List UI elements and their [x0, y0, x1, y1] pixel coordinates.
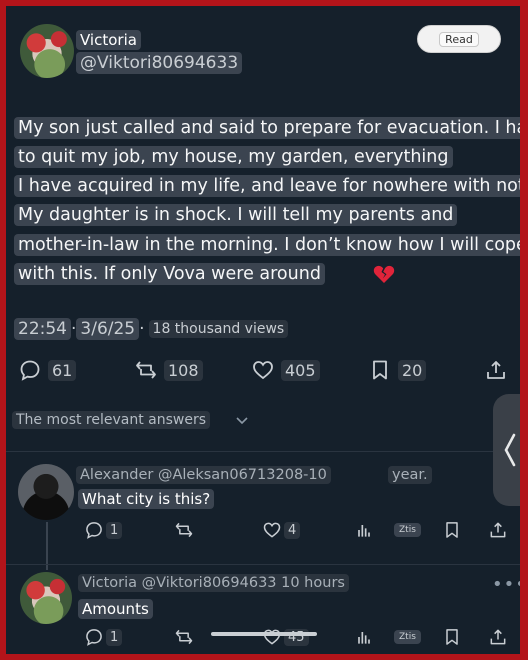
reply-bookmark-button[interactable]	[442, 520, 462, 540]
author-avatar[interactable]	[20, 24, 74, 78]
bookmark-icon	[446, 629, 458, 645]
post-text-line: mother-in-law in the morning. I don’t kn…	[14, 234, 520, 256]
reply-share-button[interactable]	[488, 520, 508, 540]
repost-count: 108	[164, 359, 203, 381]
post-views[interactable]: 18 thousand views	[148, 320, 289, 338]
reply-age: year.	[388, 466, 432, 484]
repost-button[interactable]: 108	[134, 358, 203, 382]
bookmark-button[interactable]: 20	[368, 358, 427, 382]
meta-dot: ·	[139, 319, 145, 339]
bookmark-count: 20	[398, 359, 427, 381]
reply-reply-button[interactable]: 1	[84, 627, 123, 647]
side-panel-handle[interactable]	[493, 394, 520, 506]
author-name[interactable]: Victoria	[76, 30, 141, 50]
reply-button[interactable]: 61	[18, 358, 77, 382]
reply-share-button[interactable]	[488, 627, 508, 647]
bar-chart-icon	[358, 632, 370, 644]
like-button[interactable]: 405	[251, 358, 320, 382]
reply-stats-label: Ztis	[394, 523, 421, 537]
broken-heart-icon	[373, 265, 395, 283]
share-icon	[487, 361, 505, 379]
author-handle[interactable]: @Viktori80694633	[76, 52, 243, 74]
more-options-icon[interactable]: •••	[492, 574, 520, 595]
reply-like-button[interactable]: 4	[262, 520, 301, 540]
reply-like-button[interactable]: 45	[262, 627, 309, 647]
reply-reply-button[interactable]: 1	[84, 520, 123, 540]
reply-icon	[86, 522, 102, 539]
chevron-down-icon[interactable]	[234, 412, 250, 428]
post-time: 22:54	[14, 318, 71, 340]
reply-bookmark-button[interactable]	[442, 627, 462, 647]
reply-action-bar: 1 4 Ztis	[6, 520, 520, 544]
heart-icon	[253, 361, 273, 380]
post-text-line: My daughter is in shock. I will tell my …	[14, 204, 458, 226]
divider	[6, 451, 520, 452]
reply-author[interactable]: Alexander @Aleksan06713208-10	[76, 466, 331, 484]
reply-author[interactable]: Victoria @Viktori80694633 10 hours	[78, 574, 349, 592]
post-text-line: to quit my job, my house, my garden, eve…	[14, 146, 453, 168]
like-count: 405	[281, 359, 320, 381]
sort-replies-label[interactable]: The most relevant answers	[12, 411, 211, 429]
reply-icon	[86, 629, 102, 646]
divider	[6, 564, 520, 565]
reply-stats-label: Ztis	[394, 630, 421, 644]
read-button[interactable]: Read	[417, 25, 501, 53]
reply-reply-count: 1	[106, 628, 123, 646]
reply-repost-button[interactable]	[174, 627, 194, 647]
share-icon	[490, 522, 506, 538]
bookmark-icon	[446, 522, 458, 538]
reply-action-bar: 1 45 Ztis	[6, 627, 520, 651]
reply-stats-button[interactable]	[354, 520, 374, 540]
repost-icon	[175, 522, 193, 538]
reply-avatar[interactable]	[20, 572, 72, 624]
repost-icon	[175, 629, 193, 645]
share-icon	[490, 629, 506, 645]
post-text-line: My son just called and said to prepare f…	[14, 117, 520, 139]
reply-text: What city is this?	[78, 489, 215, 509]
post-action-bar: 61 108 405 20	[6, 356, 520, 386]
post-meta: 22:54 · 3/6/25 · 18 thousand views	[14, 318, 289, 340]
repost-icon	[136, 361, 156, 379]
reply-stats-button[interactable]	[354, 627, 374, 647]
reply-like-count: 4	[284, 521, 301, 539]
reply-text: Amounts	[78, 599, 153, 619]
stats-label: Ztis	[394, 523, 421, 537]
reply-avatar[interactable]	[18, 464, 74, 520]
reply-repost-button[interactable]	[174, 520, 194, 540]
read-button-label: Read	[439, 31, 479, 47]
reply-count: 61	[48, 359, 77, 381]
heart-icon	[263, 629, 281, 645]
bar-chart-icon	[358, 525, 370, 537]
post-date: 3/6/25	[76, 318, 140, 340]
share-button[interactable]	[484, 358, 508, 382]
tweet-screen: Victoria @Viktori80694633 Read My son ju…	[6, 6, 520, 654]
home-indicator[interactable]	[211, 632, 317, 636]
reply-icon	[20, 360, 40, 381]
stats-label: Ztis	[394, 630, 421, 644]
heart-icon	[263, 522, 281, 538]
chevron-left-icon	[504, 433, 516, 467]
post-text-line: with this. If only Vova were around	[14, 263, 325, 285]
bookmark-icon	[373, 360, 387, 380]
post-text-line: I have acquired in my life, and leave fo…	[14, 175, 520, 197]
reply-reply-count: 1	[106, 521, 123, 539]
